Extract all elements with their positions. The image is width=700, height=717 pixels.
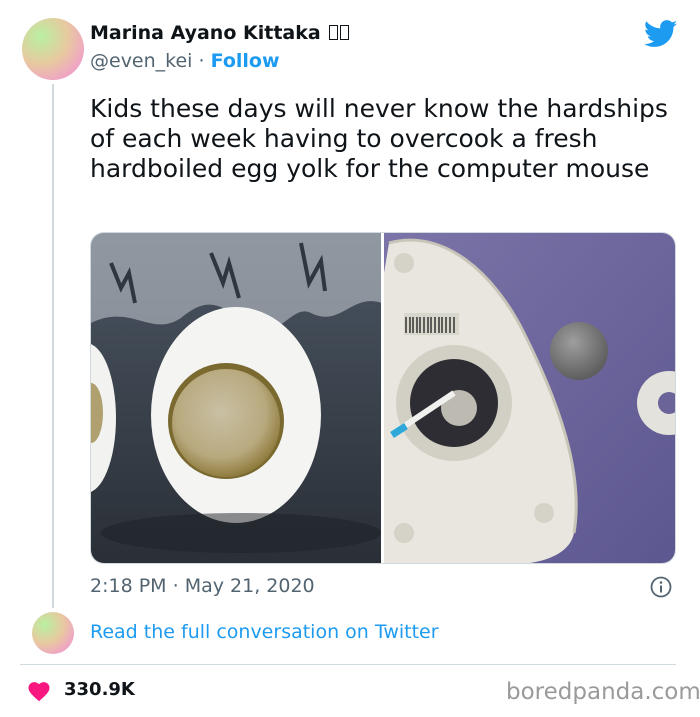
emoji-placeholder-glyph [327,22,350,44]
author-handle[interactable]: @even_kei [90,50,192,72]
like-count: 330.9K [64,679,135,700]
twitter-bird-icon[interactable] [644,20,678,48]
handle-separator: · [198,50,205,72]
info-icon[interactable] [650,576,672,598]
tweet-text: Kids these days will never know the hard… [90,94,668,183]
tweet-time: 2:18 PM [90,575,167,597]
follow-button[interactable]: Follow [211,50,280,72]
author-name[interactable]: Marina Ayano Kittaka [90,22,350,44]
tweet-media[interactable] [90,232,676,564]
handle-row: @even_kei · Follow [90,50,280,72]
author-avatar[interactable] [22,18,84,80]
mouse-photo[interactable] [383,233,675,563]
footer-divider [20,664,676,665]
tweet-timestamp[interactable]: 2:18 PM · May 21, 2020 [90,575,315,597]
read-conversation-link[interactable]: Read the full conversation on Twitter [90,621,439,643]
heart-icon[interactable] [27,680,51,702]
egg-photo[interactable] [91,233,381,563]
reply-avatar [32,612,74,654]
author-name-text: Marina Ayano Kittaka [90,22,321,44]
timestamp-separator: · [172,575,179,597]
thread-connector-line [52,84,54,608]
boredpanda-watermark: boredpanda.com [506,679,700,705]
tweet-date: May 21, 2020 [184,575,315,597]
